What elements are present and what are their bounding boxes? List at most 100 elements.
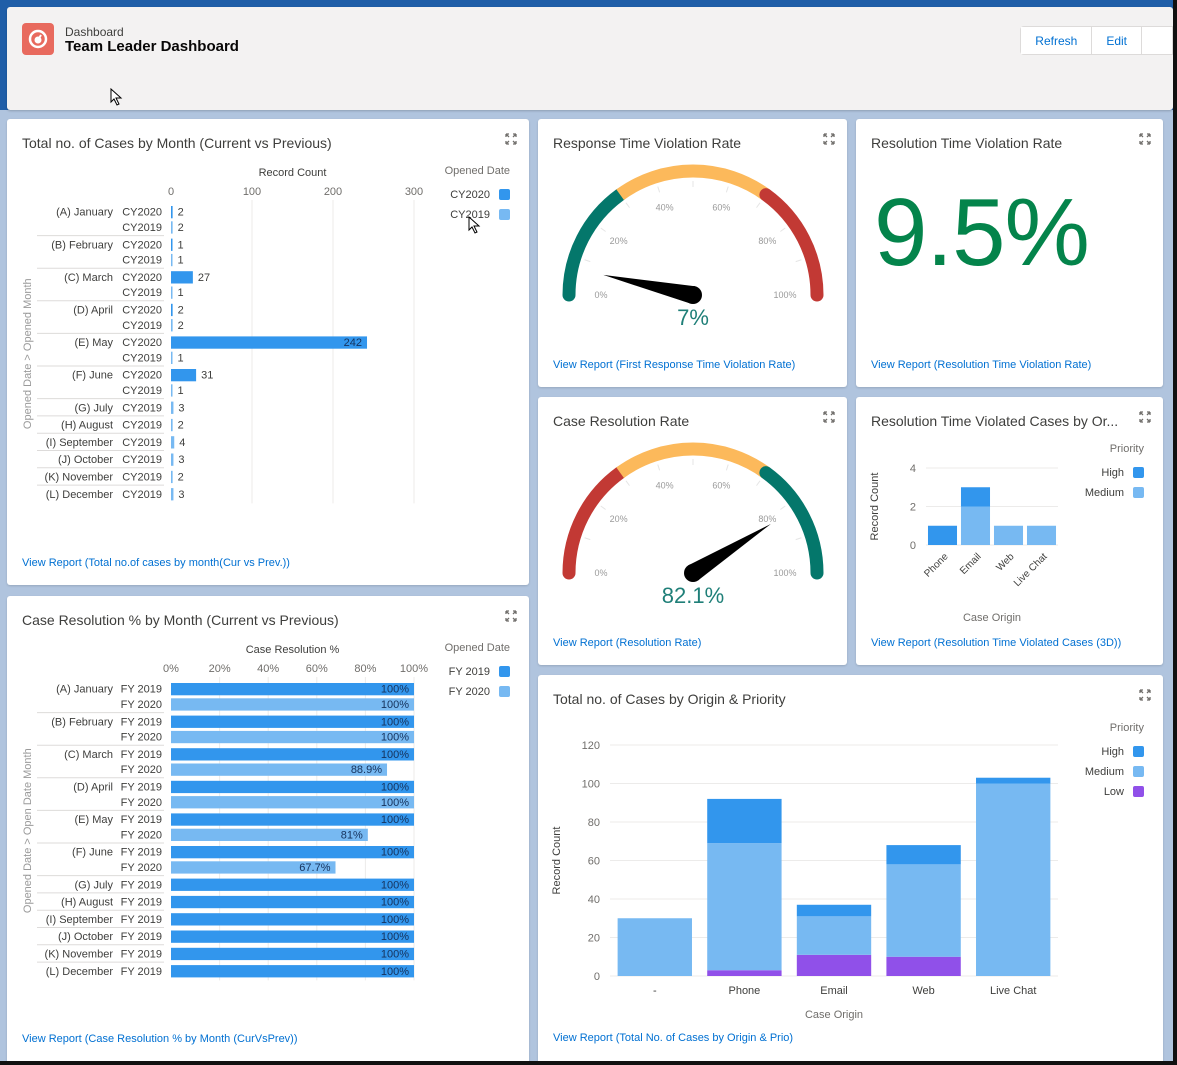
bar-segment (707, 799, 781, 843)
series-label: CY2019 (122, 454, 162, 466)
bar (171, 221, 173, 233)
gauge-tick-label: 0% (594, 290, 607, 300)
expand-icon[interactable] (1139, 689, 1151, 701)
y-tick-label: 60 (588, 856, 600, 868)
series-label: FY 2019 (121, 684, 162, 696)
legend-title: Priority (1110, 722, 1145, 734)
bar-value-label: 3 (178, 489, 184, 501)
bar-value-label: 2 (178, 304, 184, 316)
expand-icon[interactable] (505, 610, 517, 622)
month-label: (H) August (61, 897, 113, 909)
month-label: (B) February (51, 239, 113, 251)
view-report-link[interactable]: View Report (Case Resolution % by Month … (22, 1033, 298, 1045)
view-report-link[interactable]: View Report (Total No. of Cases by Origi… (553, 1032, 793, 1044)
more-actions-button[interactable] (1142, 27, 1172, 54)
x-tick-label: 300 (405, 186, 423, 198)
refresh-button[interactable]: Refresh (1021, 27, 1092, 54)
bar-value-label: 100% (381, 914, 409, 926)
y-axis-title: Record Count (551, 827, 563, 895)
series-label: FY 2019 (121, 716, 162, 728)
x-axis-title: Case Origin (963, 612, 1021, 624)
x-tick-label: Web (912, 985, 934, 997)
screen-edge (0, 1061, 1177, 1065)
month-label: (L) December (46, 966, 114, 978)
view-report-link[interactable]: View Report (Resolution Time Violation R… (871, 359, 1091, 371)
view-report-link[interactable]: View Report (First Response Time Violati… (553, 359, 795, 371)
month-label: (K) November (45, 471, 114, 483)
card-title: Total no. of Cases by Month (Current vs … (22, 135, 332, 151)
bar-value-label: 100% (381, 897, 409, 909)
view-report-link[interactable]: View Report (Resolution Time Violated Ca… (871, 637, 1121, 649)
x-tick-label: Phone (922, 551, 951, 580)
expand-icon[interactable] (823, 133, 835, 145)
x-tick-label: 200 (324, 186, 342, 198)
gauge-tick (626, 203, 630, 208)
view-report-link[interactable]: View Report (Total no.of cases by month(… (22, 557, 290, 569)
series-label: FY 2020 (121, 797, 162, 809)
bar-value-label: 88.9% (351, 764, 382, 776)
bar-value-label: 100% (381, 948, 409, 960)
gauge-tick (585, 538, 591, 540)
legend-swatch (1133, 487, 1144, 498)
series-label: CY2019 (122, 385, 162, 397)
legend-label: FY 2020 (449, 686, 490, 698)
bar-value-label: 2 (178, 471, 184, 483)
bar-segment (886, 845, 960, 864)
bar-value-label: 81% (341, 829, 363, 841)
bar-segment (618, 918, 692, 976)
gauge-tick (601, 228, 606, 232)
gauge-tick (796, 538, 802, 540)
series-label: FY 2019 (121, 879, 162, 891)
bar (171, 748, 414, 760)
bar-value-label: 1 (178, 352, 184, 364)
x-tick-label: Email (820, 985, 848, 997)
x-tick-label: 0 (168, 186, 174, 198)
month-label: (J) October (58, 931, 113, 943)
bar-value-label: 100% (381, 781, 409, 793)
bar-segment (797, 955, 871, 976)
gauge-tick (658, 465, 660, 471)
gauge-case-resolution: 0%20%40%60%80%100%82.1% (538, 437, 847, 617)
gauge-tick (626, 481, 630, 486)
legend-swatch (1133, 766, 1144, 777)
chart-origin-priority: 020406080100120Record Count-PhoneEmailWe… (538, 715, 1163, 1035)
series-label: FY 2020 (121, 764, 162, 776)
y-tick-label: 100 (582, 779, 600, 791)
gauge-needle-hub (684, 564, 702, 582)
card-title: Resolution Time Violated Cases by Or... (871, 413, 1118, 429)
legend-label: FY 2019 (449, 666, 490, 678)
x-axis-title: Case Resolution % (246, 644, 340, 656)
month-label: (A) January (56, 207, 113, 219)
view-report-link[interactable]: View Report (Resolution Rate) (553, 637, 701, 649)
bar-segment (994, 526, 1023, 545)
legend-label: High (1101, 746, 1124, 758)
expand-icon[interactable] (1139, 411, 1151, 423)
month-label: (F) June (72, 847, 113, 859)
bar-value-label: 27 (198, 272, 210, 284)
expand-icon[interactable] (1139, 133, 1151, 145)
series-label: FY 2019 (121, 847, 162, 859)
gauge-tick (726, 465, 728, 471)
series-label: FY 2019 (121, 914, 162, 926)
mouse-cursor-icon (110, 88, 124, 106)
series-label: CY2019 (122, 402, 162, 414)
month-label: (J) October (58, 454, 113, 466)
bar-segment (886, 864, 960, 956)
bar-segment (1027, 526, 1056, 545)
bar-value-label: 2 (178, 222, 184, 234)
bar-value-label: 100% (381, 931, 409, 943)
month-label: (G) July (75, 879, 114, 891)
bar (171, 731, 414, 743)
bar (171, 369, 196, 381)
bar-segment (961, 507, 990, 546)
expand-icon[interactable] (823, 411, 835, 423)
bar (171, 206, 173, 218)
legend-label: Medium (1085, 766, 1124, 778)
bar (171, 471, 173, 483)
series-label: FY 2020 (121, 699, 162, 711)
gauge-tick (726, 187, 728, 193)
gauge-value-label: 7% (677, 305, 709, 330)
expand-icon[interactable] (505, 133, 517, 145)
dashboard-app-icon (22, 23, 54, 55)
edit-button[interactable]: Edit (1092, 27, 1142, 54)
